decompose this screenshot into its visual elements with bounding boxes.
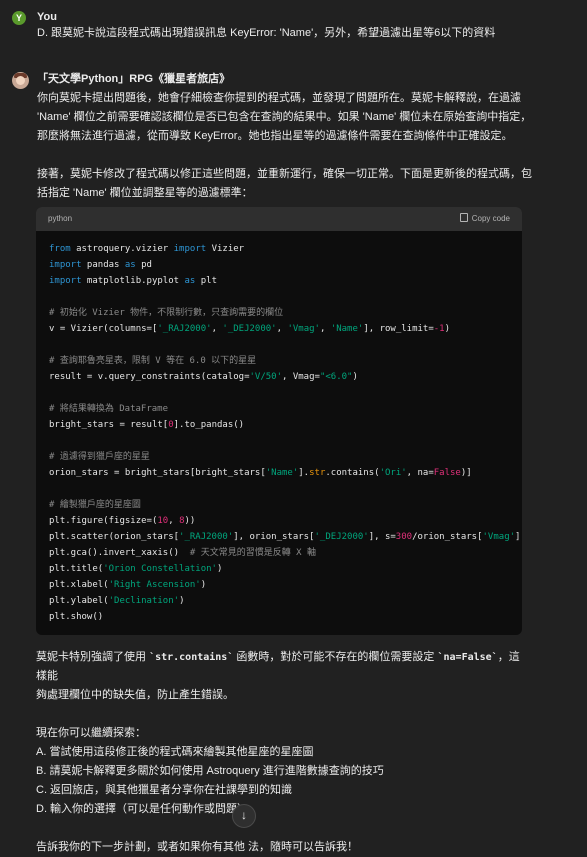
options-intro: 現在你可以繼續探索： <box>36 727 146 739</box>
second-line-1: 接著，莫妮卡修改了程式碼以修正這些問題，並重新運行，確保一切正常。下面是更新後的… <box>37 168 532 180</box>
assistant-avatar <box>12 72 29 89</box>
arrow-down-icon: ↓ <box>241 808 247 822</box>
second-line-2: 括指定 'Name' 欄位並調整星等的過濾標準： <box>37 187 253 199</box>
user-message-text: D. 跟莫妮卡說這段程式碼出現錯誤訊息 KeyError: 'Name'，另外，… <box>37 27 496 39</box>
assistant-name: 「天文學Python」RPG《獵星者旅店》 <box>37 73 231 85</box>
option-b: B. 請莫妮卡解釋更多關於如何使用 Astroquery 進行進階數據查詢的技巧 <box>36 765 384 777</box>
user-avatar: Y <box>12 11 26 25</box>
code-language-label: python <box>48 214 73 223</box>
scroll-to-bottom-button[interactable]: ↓ <box>232 804 256 828</box>
closing-text: 告訴我你的下一步計劃，或者如果你有其他 法，隨時可以告訴我！ <box>36 841 359 853</box>
user-name: You <box>37 11 57 23</box>
note-line-1: 莫妮卡特別強調了使用 `str.contains` 函數時，對於可能不存在的欄位… <box>36 651 520 682</box>
code-block: python Copy code from astroquery.vizier … <box>36 207 522 635</box>
code-header: python Copy code <box>36 207 522 231</box>
option-a: A. 嘗試使用這段修正後的程式碼來繪製其他星座的星座圖 <box>36 746 314 758</box>
note-line-2: 夠處理欄位中的缺失值，防止產生錯誤。 <box>36 689 234 701</box>
copy-code-label: Copy code <box>471 214 510 223</box>
intro-line-1: 你向莫妮卡提出問題後，她會仔細檢查你提到的程式碼，並發現了問題所在。莫妮卡解釋說… <box>37 92 521 104</box>
intro-line-2: 'Name' 欄位之前需要確認該欄位是否已包含在查詢的結果中。如果 'Name'… <box>37 111 532 123</box>
inline-code-str-contains: `str.contains` <box>149 652 234 663</box>
copy-code-button[interactable]: Copy code <box>459 207 510 231</box>
intro-line-3: 那麼將無法進行過濾，從而導致 KeyError。她也指出星等的過濾條件需要在查詢… <box>37 130 513 142</box>
code-content: from astroquery.vizier import Vizier impo… <box>49 244 522 622</box>
option-c: C. 返回旅店，與其他獵星者分享你在社課學到的知識 <box>36 784 293 796</box>
inline-code-na-false: `na=False` <box>437 652 498 663</box>
assistant-followup: 莫妮卡特別強調了使用 `str.contains` 函數時，對於可能不存在的欄位… <box>36 648 523 857</box>
copy-icon <box>459 213 468 222</box>
option-d: D. 輸入你的選擇（可以是任何動作或問題） <box>36 803 249 815</box>
